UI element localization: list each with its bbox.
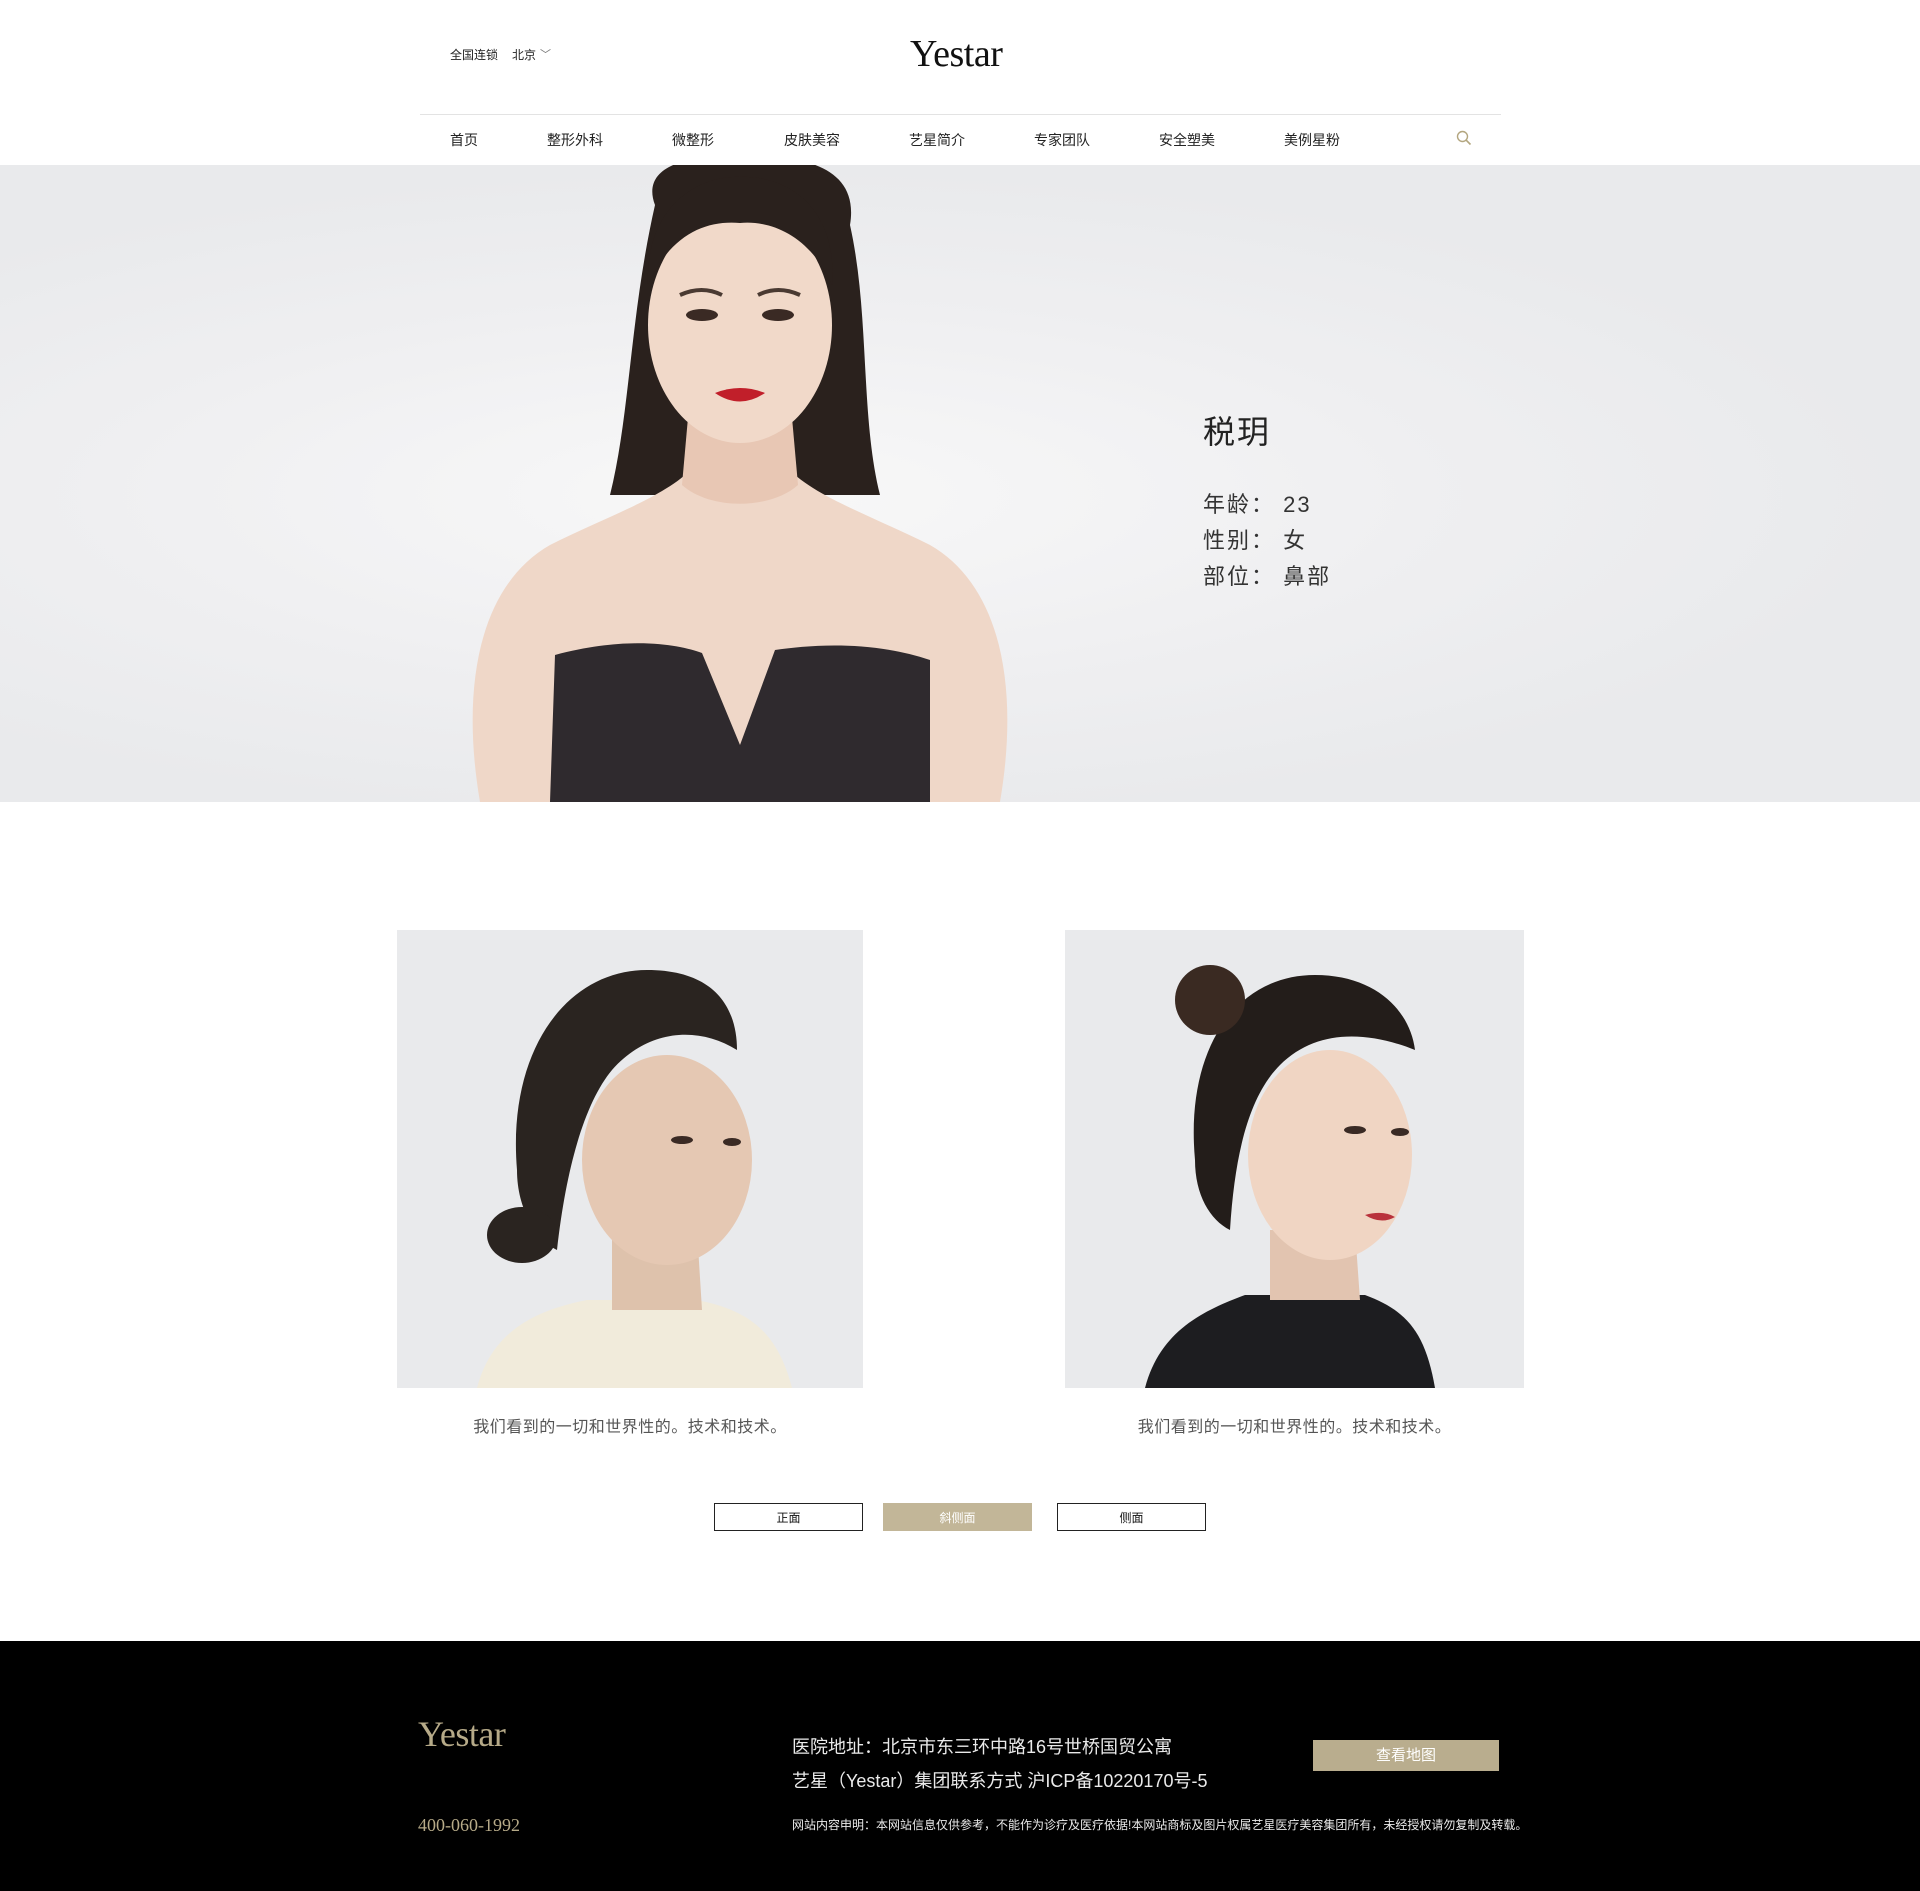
nav-item-skin-beauty[interactable]: 皮肤美容 bbox=[784, 130, 840, 150]
nav-item-experts[interactable]: 专家团队 bbox=[1034, 130, 1090, 150]
footer-disclaimer: 网站内容申明：本网站信息仅供参考，不能作为诊疗及医疗依据!本网站商标及图片权属艺… bbox=[792, 1818, 1528, 1832]
footer bbox=[0, 1641, 1920, 1891]
footer-contact: 艺星（Yestar）集团联系方式 沪ICP备10220170号-5 bbox=[792, 1771, 1208, 1791]
view-oblique-button[interactable]: 斜侧面 bbox=[883, 1503, 1032, 1531]
patient-name: 税玥 bbox=[1203, 414, 1272, 450]
header-divider bbox=[420, 114, 1501, 115]
site-logo[interactable]: Yestar bbox=[910, 32, 1003, 76]
before-photo bbox=[397, 930, 863, 1388]
chevron-down-icon[interactable]: ﹀ bbox=[540, 46, 551, 62]
hero-portrait-image bbox=[472, 165, 1008, 802]
before-caption: 我们看到的一切和世界性的。技术和技术。 bbox=[473, 1419, 787, 1436]
after-photo-image bbox=[1065, 930, 1524, 1388]
after-caption: 我们看到的一切和世界性的。技术和技术。 bbox=[1137, 1419, 1452, 1436]
view-map-button[interactable]: 查看地图 bbox=[1313, 1740, 1499, 1771]
search-icon[interactable] bbox=[1456, 130, 1472, 146]
nav-item-cases[interactable]: 美例星粉 bbox=[1284, 130, 1340, 150]
footer-address: 医院地址：北京市东三环中路16号世桥国贸公寓 bbox=[792, 1737, 1173, 1757]
chain-label: 全国连锁 bbox=[450, 48, 499, 62]
hero-banner: 税玥 年龄： 23 性别： 女 部位： 鼻部 bbox=[0, 165, 1920, 802]
nav-item-micro-plastic[interactable]: 微整形 bbox=[672, 130, 714, 150]
city-selector[interactable]: 北京 bbox=[512, 46, 536, 63]
nav-item-plastic-surgery[interactable]: 整形外科 bbox=[547, 130, 603, 150]
footer-logo[interactable]: Yestar bbox=[418, 1713, 506, 1755]
nav-item-home[interactable]: 首页 bbox=[450, 130, 478, 150]
nav-item-about[interactable]: 艺星简介 bbox=[909, 130, 965, 150]
after-photo bbox=[1065, 930, 1524, 1388]
view-front-button[interactable]: 正面 bbox=[714, 1503, 863, 1531]
patient-area: 部位： 鼻部 bbox=[1203, 564, 1332, 589]
view-side-button[interactable]: 侧面 bbox=[1057, 1503, 1206, 1531]
patient-gender: 性别： 女 bbox=[1203, 528, 1308, 553]
footer-phone: 400-060-1992 bbox=[418, 1815, 520, 1835]
patient-age: 年龄： 23 bbox=[1203, 492, 1312, 517]
nav-item-safety[interactable]: 安全塑美 bbox=[1159, 130, 1215, 150]
before-photo-image bbox=[397, 930, 863, 1388]
